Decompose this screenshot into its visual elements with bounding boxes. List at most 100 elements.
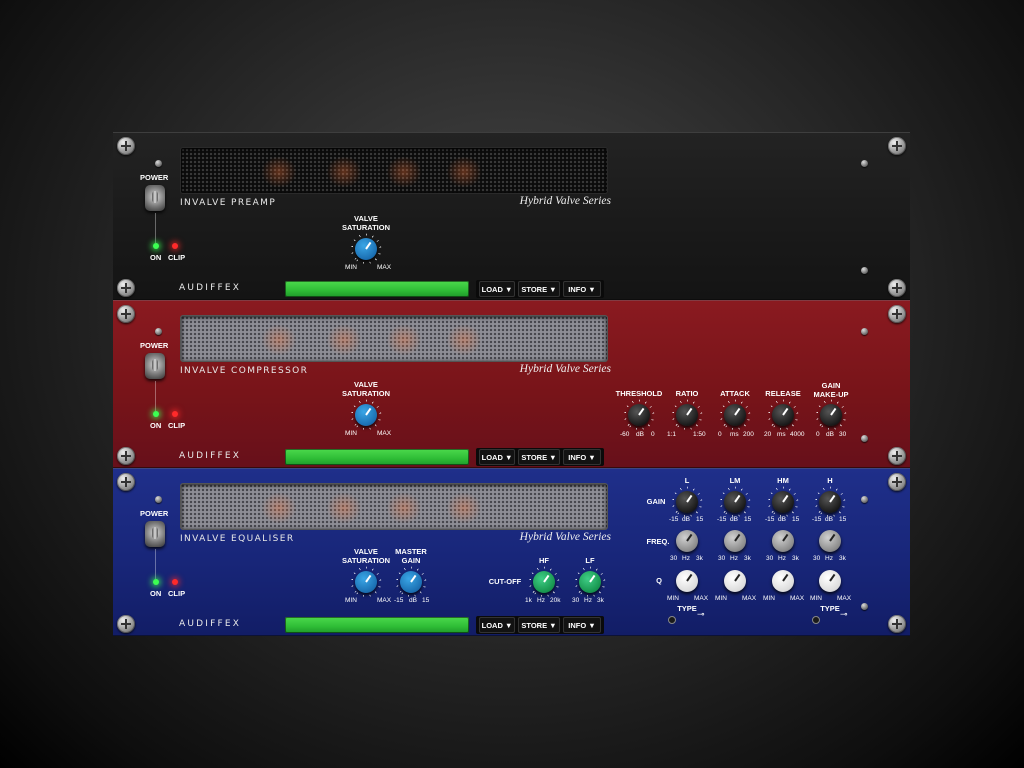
attack-label: ATTACK xyxy=(720,389,750,398)
info-button[interactable]: INFO ▼ xyxy=(563,449,601,465)
lf-label: LF xyxy=(585,556,595,565)
clip-led xyxy=(172,411,178,417)
band-lm-label: LM xyxy=(729,476,741,485)
scale-unit: Hz xyxy=(584,597,592,604)
release-knob[interactable] xyxy=(772,404,794,426)
store-button[interactable]: STORE ▼ xyxy=(518,449,560,465)
scale-min: MIN xyxy=(667,595,679,602)
load-button[interactable]: LOAD ▼ xyxy=(479,281,515,297)
valve-saturation-knob[interactable] xyxy=(355,571,377,593)
preamp-unit: INVALVE PREAMP Hybrid Valve Series POWER… xyxy=(113,132,910,300)
band-hm-freq-knob[interactable] xyxy=(772,530,794,552)
threshold-label: THRESHOLD xyxy=(615,389,663,398)
screw xyxy=(888,305,906,323)
valve-saturation-label: VALVE SATURATION xyxy=(341,214,391,232)
lf-knob[interactable] xyxy=(579,571,601,593)
master-gain-knob[interactable] xyxy=(400,571,422,593)
scale-max: 15 xyxy=(792,516,800,523)
band-h-freq-knob[interactable] xyxy=(819,530,841,552)
scale-unit: Hz xyxy=(825,555,833,562)
power-label: POWER xyxy=(140,509,169,518)
gain-makeup-label: GAIN MAKE-UP xyxy=(813,381,849,399)
scale-min: MIN xyxy=(715,595,727,602)
band-l-q-knob[interactable] xyxy=(676,570,698,592)
rivet xyxy=(155,328,162,335)
ratio-knob[interactable] xyxy=(676,404,698,426)
scale-max: 30 xyxy=(839,431,847,438)
scale-min: -15 xyxy=(765,516,775,523)
band-lm-freq-knob[interactable] xyxy=(724,530,746,552)
q-row-label: Q xyxy=(656,576,662,585)
on-label: ON xyxy=(150,589,162,598)
scale-max: 3k xyxy=(839,555,846,562)
scale-unit: dB xyxy=(778,516,786,523)
on-label: ON xyxy=(150,421,162,430)
preset-display[interactable] xyxy=(285,449,469,465)
brand-logo: AUDIFFEX xyxy=(179,619,242,629)
scale-unit: Hz xyxy=(730,555,738,562)
info-button[interactable]: INFO ▼ xyxy=(563,617,601,633)
hf-knob[interactable] xyxy=(533,571,555,593)
scale-max: 1:50 xyxy=(693,431,706,438)
scale-min: MIN xyxy=(345,264,357,271)
power-toggle[interactable] xyxy=(145,353,165,379)
power-toggle[interactable] xyxy=(145,185,165,211)
info-button[interactable]: INFO ▼ xyxy=(563,281,601,297)
hf-label: HF xyxy=(539,556,549,565)
rivet xyxy=(861,160,868,167)
scale-max: 200 xyxy=(743,431,754,438)
scale-min: -15 xyxy=(394,597,404,604)
band-hm-gain-knob[interactable] xyxy=(772,491,794,513)
scale-unit: Hz xyxy=(537,597,545,604)
rivet xyxy=(155,496,162,503)
band-hm-q-knob[interactable] xyxy=(772,570,794,592)
band-l-gain-knob[interactable] xyxy=(676,491,698,513)
scale-unit: dB xyxy=(682,516,690,523)
band-lm-q-knob[interactable] xyxy=(724,570,746,592)
load-button[interactable]: LOAD ▼ xyxy=(479,617,515,633)
valve-window xyxy=(180,315,608,362)
scale-unit: Hz xyxy=(778,555,786,562)
scale-min: 30 xyxy=(572,597,580,604)
valve-saturation-knob[interactable] xyxy=(355,404,377,426)
threshold-knob[interactable] xyxy=(628,404,650,426)
scale-min: 30 xyxy=(813,555,821,562)
preset-display[interactable] xyxy=(285,281,469,297)
compressor-unit: INVALVE COMPRESSOR Hybrid Valve Series P… xyxy=(113,300,910,468)
on-led xyxy=(153,243,159,249)
screw xyxy=(117,137,135,155)
scale-min: MIN xyxy=(810,595,822,602)
rivet xyxy=(861,267,868,274)
valve-window xyxy=(180,483,608,530)
scale-min: 1k xyxy=(525,597,532,604)
scale-unit: dB xyxy=(730,516,738,523)
clip-led xyxy=(172,243,178,249)
scale-min: -15 xyxy=(717,516,727,523)
preset-display[interactable] xyxy=(285,617,469,633)
divider xyxy=(155,549,156,579)
band-l-label: L xyxy=(684,476,690,485)
band-l-freq-knob[interactable] xyxy=(676,530,698,552)
master-gain-label: MASTER GAIN xyxy=(395,547,427,565)
load-button[interactable]: LOAD ▼ xyxy=(479,449,515,465)
scale-min: MIN xyxy=(763,595,775,602)
store-button[interactable]: STORE ▼ xyxy=(518,281,560,297)
band-hm-label: HM xyxy=(777,476,789,485)
scale-min: 1:1 xyxy=(667,431,677,438)
gain-makeup-knob[interactable] xyxy=(820,404,842,426)
band-h-q-knob[interactable] xyxy=(819,570,841,592)
scale-min: -60 xyxy=(620,431,630,438)
attack-knob[interactable] xyxy=(724,404,746,426)
footer-bar: AUDIFFEX LOAD ▼ STORE ▼ INFO ▼ xyxy=(113,278,910,299)
scale-max: 4000 xyxy=(790,431,805,438)
band-lm-gain-knob[interactable] xyxy=(724,491,746,513)
power-label: POWER xyxy=(140,173,169,182)
valve-saturation-knob[interactable] xyxy=(355,238,377,260)
valve-saturation-label: VALVE SATURATION xyxy=(341,380,391,398)
power-toggle[interactable] xyxy=(145,521,165,547)
scale-max: MAX xyxy=(377,430,392,437)
rivet xyxy=(861,603,868,610)
freq-row-label: FREQ. xyxy=(646,537,670,546)
band-h-gain-knob[interactable] xyxy=(819,491,841,513)
store-button[interactable]: STORE ▼ xyxy=(518,617,560,633)
